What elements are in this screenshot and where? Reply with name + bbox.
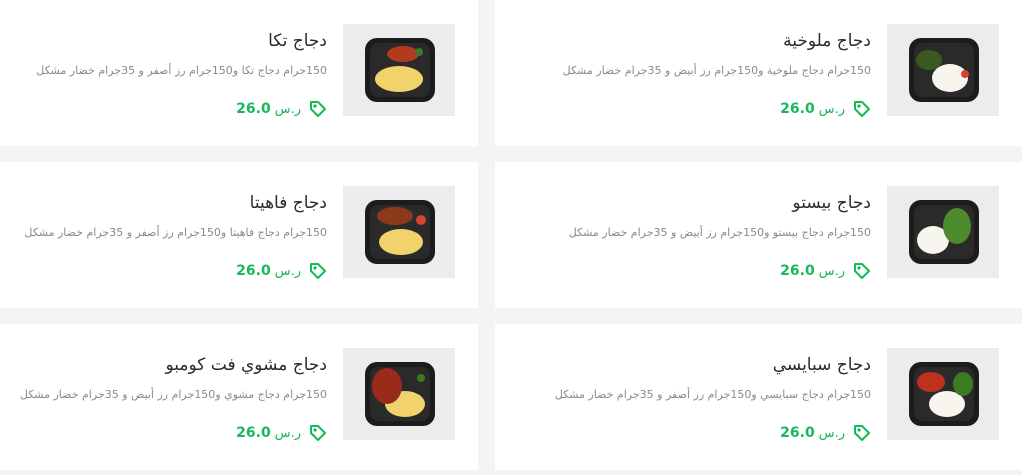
- meal-image: [343, 348, 455, 440]
- item-description: 150جرام دجاج بيستو و150جرام رز أبيض و 35…: [568, 226, 871, 239]
- price-row: 26.0 ر.س: [236, 262, 327, 280]
- price-tag-icon: [853, 424, 871, 442]
- menu-item-card[interactable]: دجاج بيستو 150جرام دجاج بيستو و150جرام ر…: [495, 162, 1022, 308]
- item-title[interactable]: دجاج بيستو: [792, 193, 871, 213]
- item-title[interactable]: دجاج ملوخية: [783, 31, 871, 51]
- menu-item-card[interactable]: دجاج فاهيتا 150جرام دجاج فاهيتا و150جرام…: [0, 162, 478, 308]
- item-description: 150جرام دجاج فاهيتا و150جرام رز أصفر و 3…: [24, 226, 327, 239]
- item-price: 26.0 ر.س: [780, 263, 845, 279]
- item-title[interactable]: دجاج سبايسي: [773, 355, 871, 375]
- item-title[interactable]: دجاج فاهيتا: [250, 193, 327, 213]
- item-description: 150جرام دجاج تكا و150جرام رز أصفر و 35جر…: [36, 64, 327, 77]
- menu-item-card[interactable]: دجاج مشوي فت كومبو 150جرام دجاج مشوي و15…: [0, 324, 478, 470]
- price-tag-icon: [309, 262, 327, 280]
- meal-image: [887, 348, 999, 440]
- meal-image: [887, 24, 999, 116]
- price-row: 26.0 ر.س: [780, 424, 871, 442]
- item-price: 26.0 ر.س: [236, 263, 301, 279]
- item-price: 26.0 ر.س: [780, 425, 845, 441]
- item-price: 26.0 ر.س: [236, 101, 301, 117]
- item-description: 150جرام دجاج ملوخية و150جرام رز أبيض و 3…: [562, 64, 871, 77]
- meal-image: [343, 186, 455, 278]
- item-title[interactable]: دجاج تكا: [268, 31, 327, 51]
- item-price: 26.0 ر.س: [236, 425, 301, 441]
- menu-item-card[interactable]: دجاج تكا 150جرام دجاج تكا و150جرام رز أص…: [0, 0, 478, 146]
- price-tag-icon: [853, 100, 871, 118]
- price-row: 26.0 ر.س: [780, 100, 871, 118]
- menu-item-card[interactable]: دجاج ملوخية 150جرام دجاج ملوخية و150جرام…: [495, 0, 1022, 146]
- item-description: 150جرام دجاج سبايسي و150جرام رز أصفر و 3…: [554, 388, 871, 401]
- price-tag-icon: [309, 100, 327, 118]
- menu-item-card[interactable]: دجاج سبايسي 150جرام دجاج سبايسي و150جرام…: [495, 324, 1022, 470]
- price-row: 26.0 ر.س: [780, 262, 871, 280]
- price-tag-icon: [309, 424, 327, 442]
- item-description: 150جرام دجاج مشوي و150جرام رز أبيض و 35ج…: [19, 388, 327, 401]
- meal-image: [887, 186, 999, 278]
- meal-image: [343, 24, 455, 116]
- price-row: 26.0 ر.س: [236, 100, 327, 118]
- item-price: 26.0 ر.س: [780, 101, 845, 117]
- item-title[interactable]: دجاج مشوي فت كومبو: [165, 355, 327, 375]
- price-tag-icon: [853, 262, 871, 280]
- price-row: 26.0 ر.س: [236, 424, 327, 442]
